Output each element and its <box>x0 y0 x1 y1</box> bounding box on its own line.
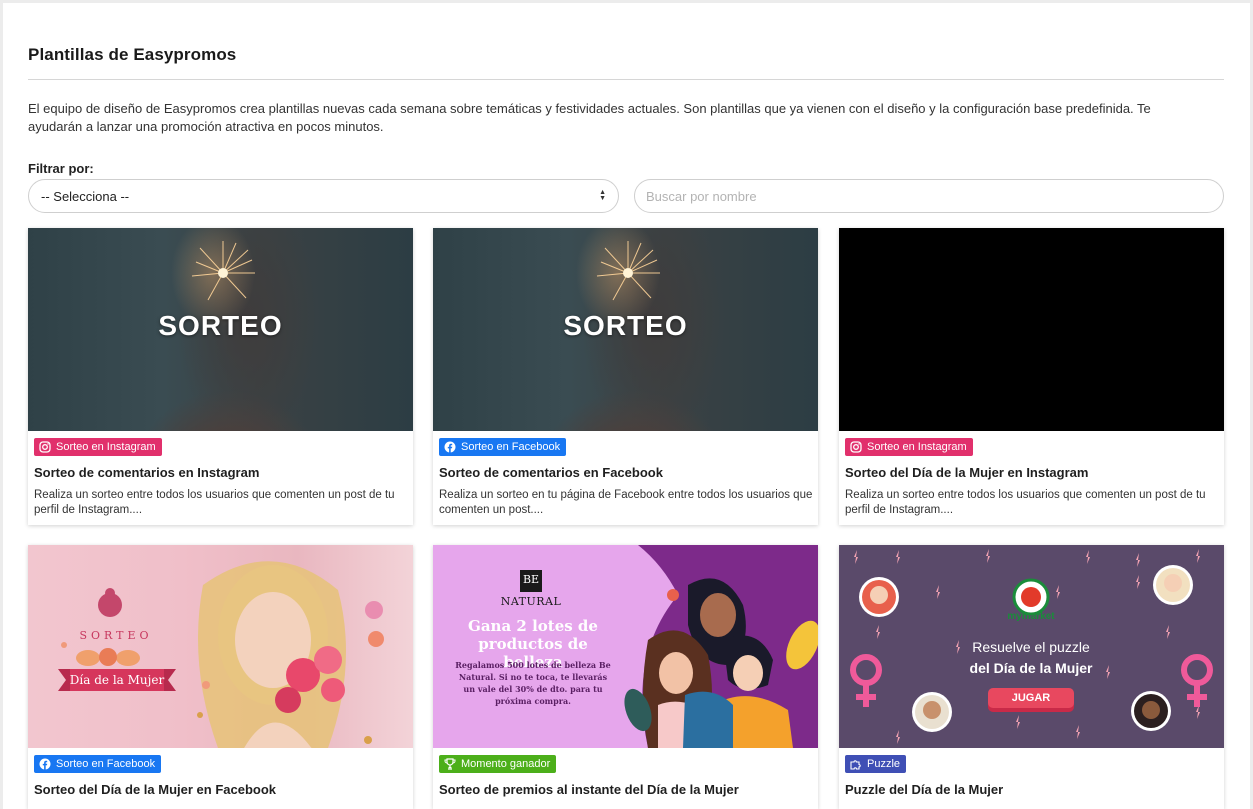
filter-label: Filtrar por: <box>28 161 94 176</box>
play-button: JUGAR <box>1011 692 1051 704</box>
badge-label: Sorteo en Instagram <box>56 441 156 453</box>
thumbnail-banner: Día de la Mujer <box>69 673 165 687</box>
category-badge: Momento ganador <box>439 755 557 773</box>
category-badge: Puzzle <box>845 755 907 773</box>
template-thumbnail: SORTEO <box>28 228 413 431</box>
card-description: Realiza un sorteo entre todos los usuari… <box>34 489 395 516</box>
card-title[interactable]: Sorteo de comentarios en Instagram <box>34 465 259 480</box>
card-description: Realiza un sorteo entre todos los usuari… <box>845 489 1206 516</box>
template-thumbnail: SORTEO Día de la Mujer <box>28 545 413 748</box>
card-title[interactable]: Sorteo de comentarios en Facebook <box>439 465 663 480</box>
instagram-icon <box>39 441 51 453</box>
brand-logo-mark: BE <box>522 573 540 586</box>
thumbnail-line-2: del Día de la Mujer <box>969 660 1093 676</box>
category-badge: Sorteo en Facebook <box>439 438 567 456</box>
thumbnail-body: Regalamos 500 lotes de belleza Be Natura… <box>455 660 611 706</box>
search-input[interactable] <box>634 179 1224 213</box>
category-badge: Sorteo en Instagram <box>845 438 973 456</box>
brand-logo-name: NATURAL <box>500 595 562 608</box>
puzzle-icon <box>850 758 862 770</box>
template-thumbnail: mymarket Resuelve el puzzle del Día de l… <box>839 545 1224 748</box>
badge-label: Sorteo en Instagram <box>867 441 967 453</box>
card-title[interactable]: Sorteo de premios al instante del Día de… <box>439 782 739 797</box>
thumbnail-small-title: SORTEO <box>79 629 153 642</box>
sparkler-image <box>191 241 255 301</box>
template-card[interactable]: SORTEO Sorteo en Facebook Sorteo de come… <box>433 228 818 525</box>
facebook-icon <box>444 441 456 453</box>
thumbnail-title: SORTEO <box>158 310 283 341</box>
thumbnail-line-1: Resuelve el puzzle <box>972 639 1090 655</box>
womens-day-illustration <box>58 561 384 748</box>
category-select-value: -- Selecciona -- <box>41 188 130 204</box>
intro-text: El equipo de diseño de Easypromos crea p… <box>28 101 1151 134</box>
card-title[interactable]: Puzzle del Día de la Mujer <box>845 782 1003 797</box>
template-card[interactable]: BE NATURAL Gana 2 lotes de productos de … <box>433 545 818 809</box>
select-arrows-icon: ▲ ▼ <box>599 189 606 202</box>
card-title[interactable]: Sorteo del Día de la Mujer en Instagram <box>845 465 1088 480</box>
card-title[interactable]: Sorteo del Día de la Mujer en Facebook <box>34 782 276 797</box>
badge-label: Puzzle <box>867 758 901 770</box>
template-thumbnail <box>839 228 1224 431</box>
badge-label: Momento ganador <box>461 758 551 770</box>
card-description: Realiza un sorteo en tu página de Facebo… <box>439 489 813 516</box>
template-card[interactable]: SORTEO Sorteo en Instagram Sorteo de com… <box>28 228 413 525</box>
thumbnail-title: SORTEO <box>563 310 688 341</box>
title-divider <box>28 79 1224 80</box>
page-title: Plantillas de Easypromos <box>28 45 237 64</box>
category-badge: Sorteo en Instagram <box>34 438 162 456</box>
brand-name: mymarket <box>1007 611 1055 622</box>
template-card[interactable]: SORTEO Día de la Mujer Sorteo en Faceboo… <box>28 545 413 809</box>
template-card[interactable]: Sorteo en Instagram Sorteo del Día de la… <box>839 228 1224 525</box>
category-badge: Sorteo en Facebook <box>34 755 162 773</box>
template-card[interactable]: mymarket Resuelve el puzzle del Día de l… <box>839 545 1224 809</box>
instagram-icon <box>850 441 862 453</box>
template-thumbnail: SORTEO <box>433 228 818 431</box>
template-thumbnail: BE NATURAL Gana 2 lotes de productos de … <box>433 545 818 748</box>
sparkler-image <box>596 241 660 301</box>
category-select[interactable]: -- Selecciona -- ▲ ▼ <box>28 179 619 213</box>
badge-label: Sorteo en Facebook <box>56 758 156 770</box>
badge-label: Sorteo en Facebook <box>461 441 561 453</box>
trophy-icon <box>444 758 456 770</box>
facebook-icon <box>39 758 51 770</box>
